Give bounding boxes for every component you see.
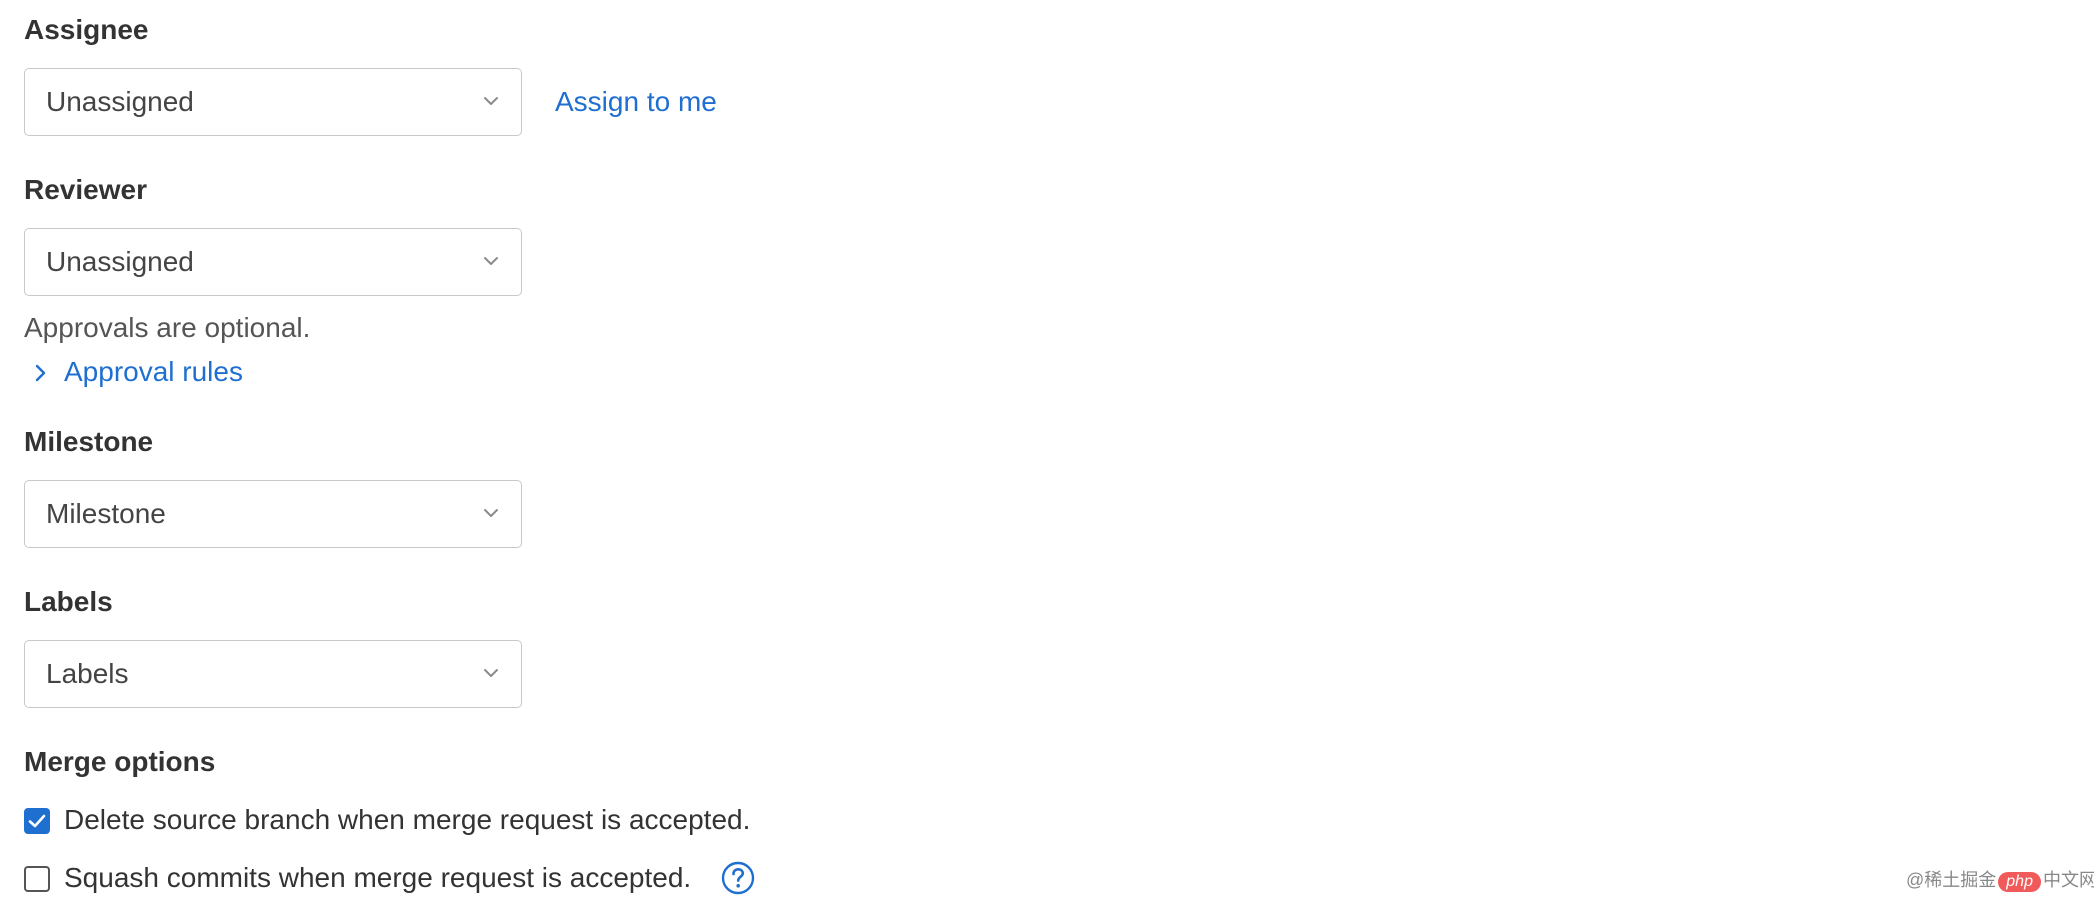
- milestone-select-value: Milestone: [46, 498, 166, 529]
- delete-source-branch-label[interactable]: Delete source branch when merge request …: [64, 804, 750, 836]
- watermark-badge: php: [1998, 872, 2041, 892]
- reviewer-heading: Reviewer: [24, 174, 147, 205]
- chevron-down-icon: [484, 509, 498, 517]
- labels-heading: Labels: [24, 586, 113, 617]
- chevron-down-icon: [484, 97, 498, 105]
- approvals-optional-note: Approvals are optional.: [24, 312, 311, 343]
- watermark-suffix: 中文网: [2042, 870, 2094, 890]
- chevron-down-icon: [484, 257, 498, 265]
- milestone-select[interactable]: Milestone: [24, 480, 522, 548]
- chevron-right-icon: [35, 364, 46, 382]
- reviewer-select[interactable]: Unassigned: [24, 228, 522, 296]
- merge-options-heading: Merge options: [24, 746, 216, 777]
- watermark-prefix: @稀土掘金: [1906, 870, 1997, 890]
- chevron-down-icon: [484, 669, 498, 677]
- squash-commits-checkbox[interactable]: [24, 866, 50, 892]
- labels-select-value: Labels: [46, 658, 129, 689]
- assignee-select[interactable]: Unassigned: [24, 68, 522, 136]
- reviewer-select-value: Unassigned: [46, 246, 194, 277]
- watermark: @稀土掘金 php 中文网: [1906, 866, 2094, 892]
- approval-rules-link[interactable]: Approval rules: [64, 356, 243, 388]
- assign-to-me-link[interactable]: Assign to me: [555, 86, 717, 118]
- labels-select[interactable]: Labels: [24, 640, 522, 708]
- assignee-select-value: Unassigned: [46, 86, 194, 117]
- question-circle-icon[interactable]: [721, 861, 755, 895]
- delete-source-branch-checkbox[interactable]: [24, 808, 50, 834]
- milestone-heading: Milestone: [24, 426, 154, 457]
- squash-commits-label[interactable]: Squash commits when merge request is acc…: [64, 862, 691, 894]
- check-icon: [28, 814, 46, 828]
- assignee-heading: Assignee: [24, 14, 149, 45]
